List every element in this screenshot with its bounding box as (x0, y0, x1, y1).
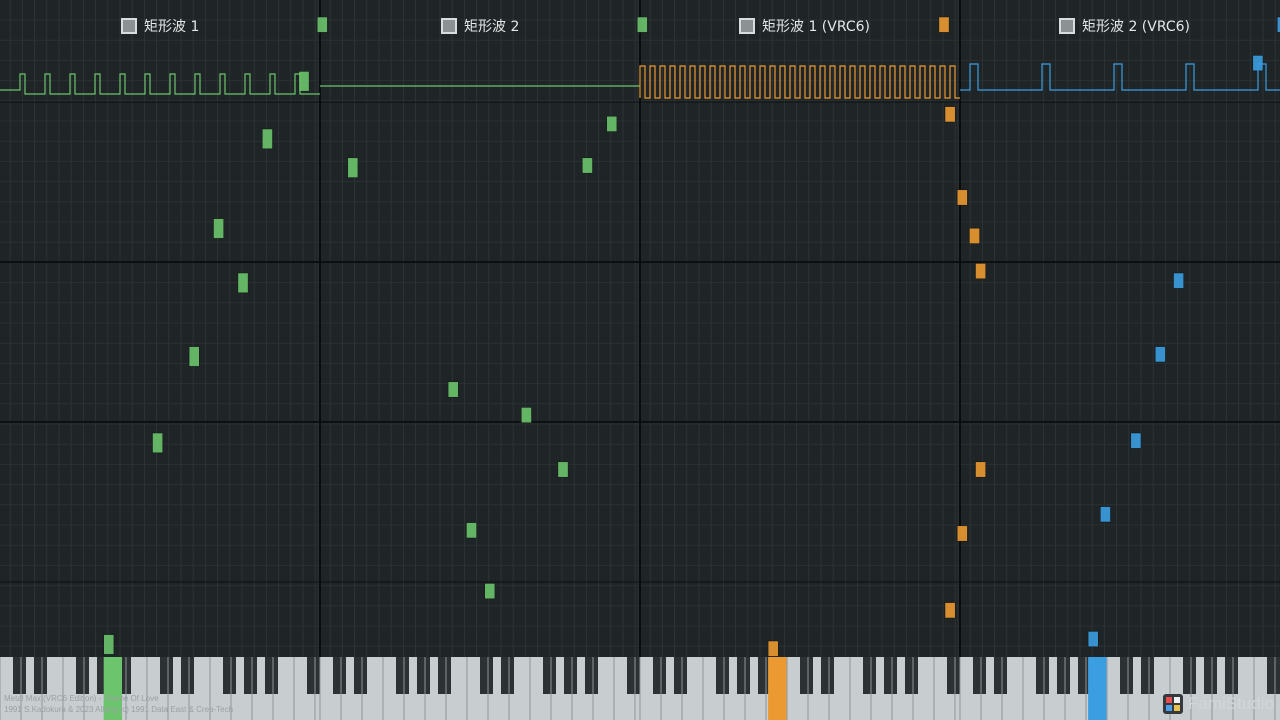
black-key (396, 657, 409, 694)
black-key (501, 657, 514, 694)
note (767, 640, 779, 657)
note (447, 381, 459, 398)
black-key (480, 657, 493, 694)
note (484, 583, 496, 600)
note (1087, 631, 1099, 648)
black-key (674, 657, 687, 694)
note (582, 157, 593, 174)
channel-label: 矩形波 1 (VRC6) (762, 19, 871, 35)
black-key (307, 657, 320, 694)
channel-header-square-1[interactable]: 矩形波 1 (121, 14, 199, 38)
note (1154, 346, 1166, 363)
channel-header-vrc6-square-2[interactable]: 矩形波 2 (VRC6) (1059, 14, 1190, 38)
note (956, 189, 968, 206)
black-key (543, 657, 556, 694)
black-key (994, 657, 1007, 694)
black-key (1141, 657, 1154, 694)
black-key (1057, 657, 1070, 694)
channel-label: 矩形波 2 (464, 19, 520, 35)
note (152, 432, 163, 454)
black-key (34, 657, 47, 694)
note (975, 461, 986, 478)
famistudio-logo-icon (1163, 694, 1184, 714)
black-key (821, 657, 834, 694)
checkbox-icon[interactable] (739, 18, 755, 34)
black-key (181, 657, 194, 694)
note (347, 157, 359, 178)
note (213, 218, 224, 239)
black-key (1183, 657, 1196, 694)
note (1130, 432, 1142, 449)
black-key (244, 657, 257, 694)
black-key (1267, 657, 1280, 694)
brand-name: FamiStudio (1188, 694, 1274, 713)
note (969, 227, 980, 244)
note (606, 115, 618, 132)
active-key (768, 657, 787, 720)
note (521, 407, 532, 424)
checkbox-icon[interactable] (1059, 18, 1075, 34)
black-key (76, 657, 89, 694)
note (944, 106, 956, 123)
black-key (627, 657, 640, 694)
black-key (1120, 657, 1133, 694)
active-key (1088, 657, 1107, 720)
note (262, 128, 273, 150)
note (237, 272, 249, 294)
black-key (354, 657, 367, 694)
note (956, 525, 968, 542)
black-key (653, 657, 666, 694)
channel-header-vrc6-square-1[interactable]: 矩形波 1 (VRC6) (739, 14, 870, 38)
black-key (333, 657, 346, 694)
piano-roll-canvas (0, 0, 1280, 720)
black-key (585, 657, 598, 694)
note (636, 16, 648, 33)
note (557, 461, 569, 478)
song-credits: 1991 S.Kadokura & 2023 Allang (c) 1991 D… (4, 705, 234, 714)
note (316, 16, 328, 33)
black-key (13, 657, 26, 694)
note (1100, 506, 1111, 523)
black-key (863, 657, 876, 694)
black-key (884, 657, 897, 694)
song-title: Metal Max (VRC6 Edition) - Theme Of Love (4, 694, 159, 703)
black-key (1204, 657, 1217, 694)
channel-header-square-2[interactable]: 矩形波 2 (441, 14, 519, 38)
checkbox-icon[interactable] (441, 18, 457, 34)
black-key (438, 657, 451, 694)
piano-roll-view: 矩形波 1 矩形波 2 矩形波 1 (VRC6) 矩形波 2 (VRC6) Me… (0, 0, 1280, 720)
black-key (716, 657, 729, 694)
note (975, 263, 986, 280)
black-key (905, 657, 918, 694)
note (944, 602, 956, 619)
channel-label: 矩形波 2 (VRC6) (1082, 19, 1191, 35)
note (938, 16, 950, 33)
note (103, 634, 115, 655)
note (188, 346, 200, 367)
channel-label: 矩形波 1 (144, 19, 200, 35)
black-key (1225, 657, 1238, 694)
checkbox-icon[interactable] (121, 18, 137, 34)
black-key (800, 657, 813, 694)
note (1173, 272, 1184, 289)
song-info: Metal Max (VRC6 Edition) - Theme Of Love… (4, 693, 233, 715)
black-key (265, 657, 278, 694)
black-key (973, 657, 986, 694)
black-key (160, 657, 173, 694)
black-key (947, 657, 960, 694)
famistudio-brand: FamiStudio (1163, 692, 1274, 716)
note (466, 522, 477, 539)
black-key (564, 657, 577, 694)
black-key (737, 657, 750, 694)
black-key (417, 657, 430, 694)
black-key (223, 657, 236, 694)
black-key (1036, 657, 1049, 694)
